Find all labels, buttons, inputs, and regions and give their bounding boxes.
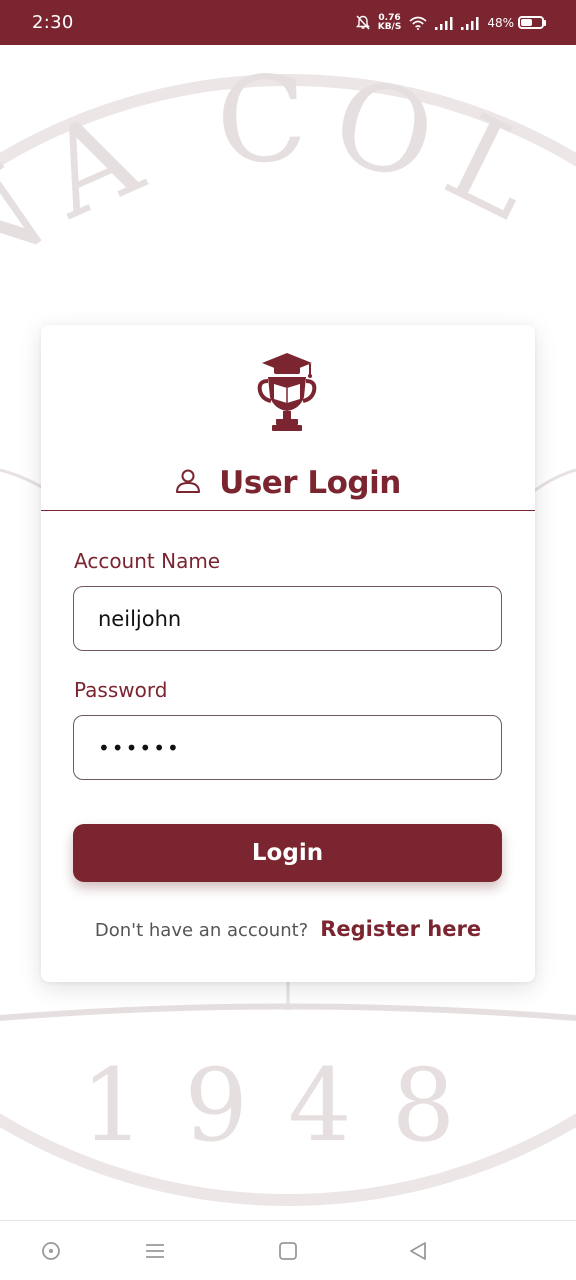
network-speed: 0.76 KB/S: [377, 13, 402, 32]
battery-indicator: 48%: [487, 16, 546, 30]
mute-bell-icon: [355, 15, 370, 30]
menu-icon[interactable]: [143, 1239, 167, 1263]
account-name-input[interactable]: neiljohn: [73, 586, 502, 651]
net-speed-unit: KB/S: [377, 21, 402, 32]
trophy-graduation-logo-icon: [254, 351, 320, 433]
svg-text:NA COL: NA COL: [0, 48, 574, 311]
register-question: Don't have an account?: [94, 920, 309, 941]
login-button[interactable]: Login: [73, 824, 502, 882]
recents-circle-icon[interactable]: [39, 1239, 63, 1263]
status-bar: 2:30 0.76 KB/S 48%: [0, 0, 576, 45]
navigation-bar: [0, 1220, 576, 1280]
register-link[interactable]: Register here: [320, 917, 481, 941]
account-name-label: Account Name: [74, 549, 221, 573]
back-triangle-icon[interactable]: [406, 1239, 430, 1263]
password-input[interactable]: ••••••: [73, 715, 502, 780]
battery-icon: [518, 16, 546, 29]
page-title: User Login: [219, 464, 401, 501]
user-icon: [175, 468, 201, 498]
register-row: Don't have an account? Register here: [41, 917, 535, 941]
status-time: 2:30: [32, 12, 74, 33]
battery-fill: [521, 19, 532, 26]
home-square-icon[interactable]: [276, 1239, 300, 1263]
seal-year: 1948: [81, 1047, 496, 1164]
login-card: User Login Account Name neiljohn Passwor…: [41, 325, 535, 982]
signal-icon: [435, 16, 453, 30]
password-label: Password: [74, 678, 168, 702]
card-header: User Login: [41, 455, 535, 511]
seal-arc-text: NA COL: [0, 48, 556, 311]
status-icons: 0.76 KB/S 48%: [355, 13, 546, 32]
battery-percent: 48%: [487, 15, 514, 30]
wifi-icon: [409, 16, 427, 30]
signal-icon-2: [461, 16, 479, 30]
